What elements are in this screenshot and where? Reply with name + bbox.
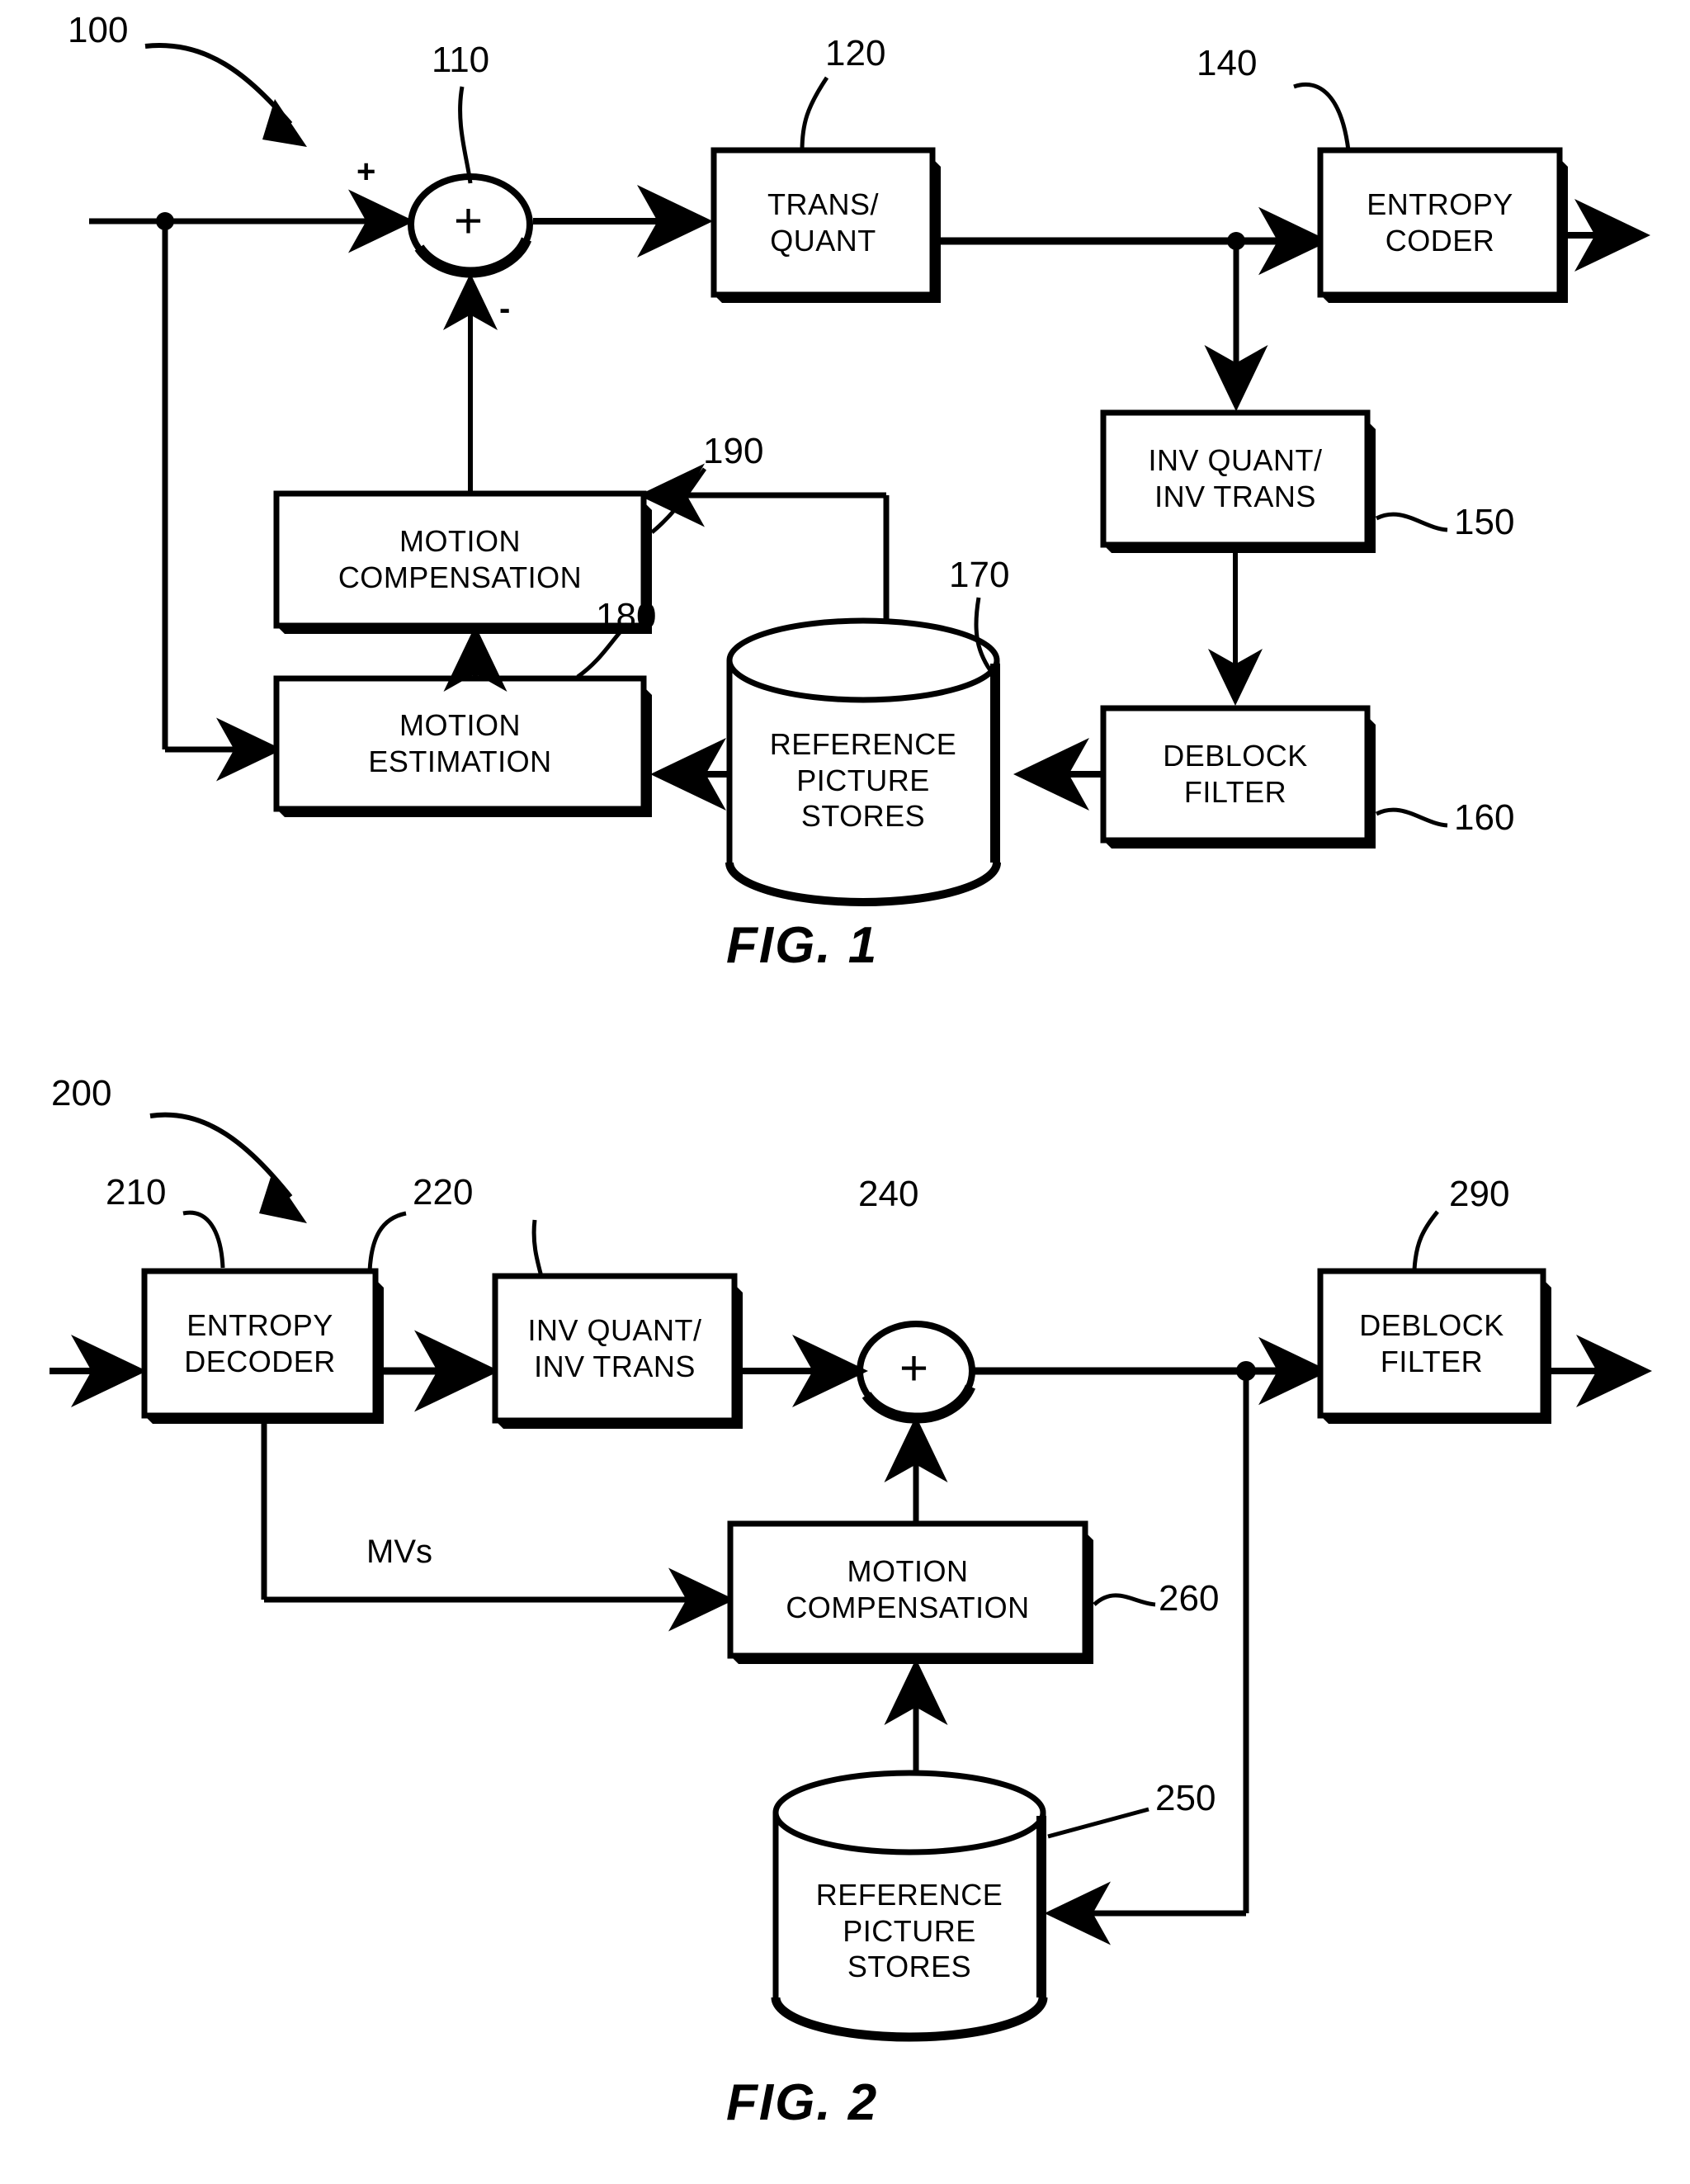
figure-1-caption: FIG. 1: [726, 917, 879, 974]
summer-plus-sign: +: [356, 154, 376, 190]
figure-sheet: 100 110 120 140 150 160 170 180 190 + - …: [0, 0, 1690, 2184]
ref-number-160: 160: [1454, 797, 1515, 838]
ref-number-170: 170: [949, 555, 1010, 595]
ref-number-150: 150: [1454, 502, 1515, 542]
ref-number-110: 110: [432, 40, 490, 80]
ref-number-200: 200: [51, 1073, 112, 1113]
ref-number-240: 240: [858, 1174, 919, 1214]
edge-label-mvs: MVs: [366, 1534, 432, 1570]
ref-number-210: 210: [106, 1172, 167, 1213]
ref-number-290: 290: [1449, 1174, 1510, 1214]
ref-number-180: 180: [596, 596, 657, 636]
summer-minus-sign: -: [499, 291, 511, 327]
summing-junction-110-glyph: +: [454, 193, 484, 248]
ref-number-140: 140: [1197, 43, 1258, 83]
ref-number-260: 260: [1159, 1578, 1220, 1619]
ref-number-250: 250: [1155, 1778, 1216, 1818]
ref-number-120: 120: [825, 33, 886, 73]
ref-number-220: 220: [413, 1172, 474, 1213]
summing-junction-240-glyph: +: [899, 1340, 929, 1396]
figure-2-caption: FIG. 2: [726, 2074, 879, 2131]
ref-number-100: 100: [68, 10, 129, 50]
ref-number-190: 190: [703, 431, 764, 471]
diagram-vector-layer: [50, 43, 1652, 2042]
